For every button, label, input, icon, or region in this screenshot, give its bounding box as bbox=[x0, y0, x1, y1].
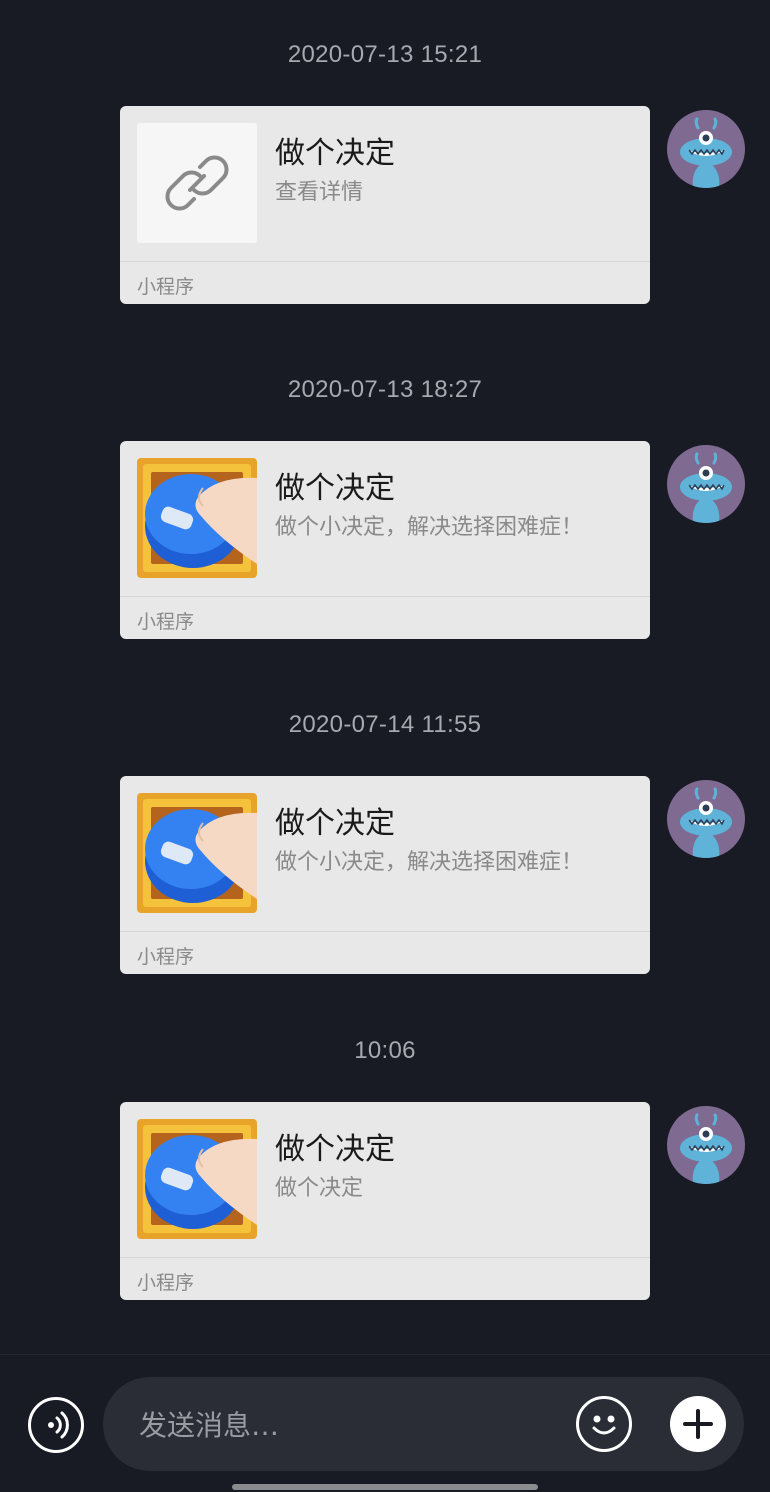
message-input[interactable] bbox=[137, 1399, 541, 1451]
card-thumbnail bbox=[137, 793, 257, 913]
card-description: 做个小决定，解决选择困难症！ bbox=[275, 515, 584, 540]
card-title: 做个决定 bbox=[275, 806, 395, 841]
home-indicator bbox=[232, 1484, 538, 1490]
card-thumbnail bbox=[137, 123, 257, 243]
message-timestamp: 2020-07-14 11:55 bbox=[288, 711, 482, 738]
avatar[interactable] bbox=[667, 780, 745, 858]
card-title: 做个决定 bbox=[275, 1132, 395, 1167]
card-divider bbox=[120, 596, 650, 597]
plus-icon bbox=[683, 1409, 713, 1439]
chat-screen: 2020-07-13 15:21 做个决定 查看详情 小程序 2020-07-1… bbox=[0, 0, 770, 1492]
card-description: 做个决定 bbox=[275, 1176, 364, 1201]
card-divider bbox=[120, 261, 650, 262]
link-icon bbox=[165, 155, 229, 211]
avatar[interactable] bbox=[667, 445, 745, 523]
avatar[interactable] bbox=[667, 110, 745, 188]
mini-program-card[interactable]: 做个决定 做个决定 小程序 bbox=[120, 1102, 650, 1300]
card-description: 查看详情 bbox=[275, 180, 364, 205]
message-input-container bbox=[103, 1377, 744, 1471]
card-source-label: 小程序 bbox=[137, 946, 195, 968]
message-input-bar bbox=[0, 1354, 770, 1492]
monster-avatar-icon bbox=[680, 787, 732, 858]
button-press-icon bbox=[137, 793, 257, 913]
card-source-label: 小程序 bbox=[137, 1272, 195, 1294]
avatar[interactable] bbox=[667, 1106, 745, 1184]
button-press-icon bbox=[137, 1119, 257, 1239]
card-description: 做个小决定，解决选择困难症！ bbox=[275, 850, 584, 875]
mini-program-card[interactable]: 做个决定 做个小决定，解决选择困难症！ 小程序 bbox=[120, 776, 650, 974]
more-button[interactable] bbox=[670, 1396, 726, 1452]
emoji-icon bbox=[592, 1415, 616, 1435]
mini-program-card[interactable]: 做个决定 查看详情 小程序 bbox=[120, 106, 650, 304]
voice-button[interactable] bbox=[28, 1397, 84, 1453]
message-timestamp: 10:06 bbox=[354, 1037, 416, 1064]
card-source-label: 小程序 bbox=[137, 276, 195, 298]
card-divider bbox=[120, 1257, 650, 1258]
monster-avatar-icon bbox=[680, 117, 732, 188]
card-divider bbox=[120, 931, 650, 932]
monster-avatar-icon bbox=[680, 452, 732, 523]
card-source-label: 小程序 bbox=[137, 611, 195, 633]
card-title: 做个决定 bbox=[275, 471, 395, 506]
message-timestamp: 2020-07-13 15:21 bbox=[287, 41, 483, 68]
button-press-icon bbox=[137, 458, 257, 578]
card-thumbnail bbox=[137, 1119, 257, 1239]
card-title: 做个决定 bbox=[275, 136, 395, 171]
message-timestamp: 2020-07-13 18:27 bbox=[287, 376, 483, 403]
card-thumbnail bbox=[137, 458, 257, 578]
voice-icon bbox=[48, 1411, 69, 1439]
monster-avatar-icon bbox=[680, 1113, 732, 1184]
mini-program-card[interactable]: 做个决定 做个小决定，解决选择困难症！ 小程序 bbox=[120, 441, 650, 639]
emoji-button[interactable] bbox=[576, 1396, 632, 1452]
